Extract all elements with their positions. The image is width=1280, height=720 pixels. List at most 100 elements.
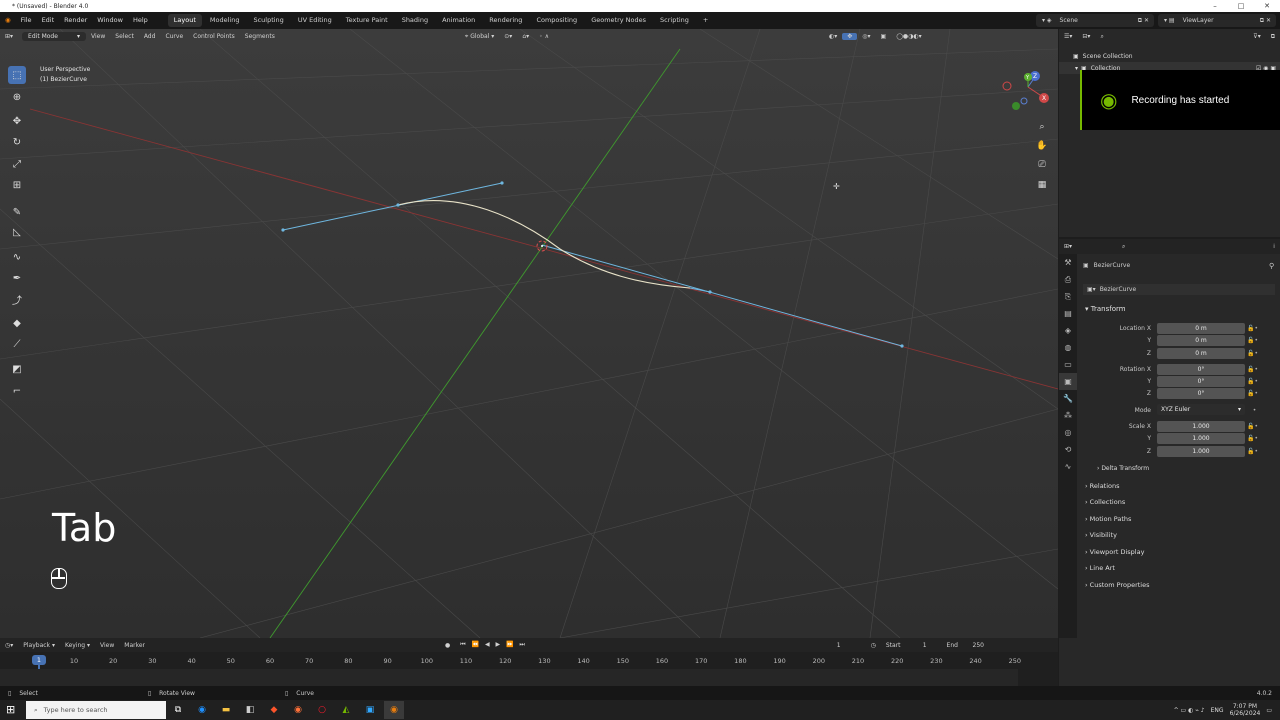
- menu-file[interactable]: File: [16, 12, 37, 29]
- properties-search-icon[interactable]: ⌕: [1117, 243, 1130, 251]
- view-layer-actions-icon[interactable]: ⧉ ✕: [1260, 17, 1271, 25]
- transform-tool-icon[interactable]: ⊞: [8, 176, 26, 194]
- menu-select[interactable]: Select: [110, 33, 139, 40]
- tray-icons[interactable]: ^ ▭ ◐ ⌁ ♪: [1174, 707, 1205, 714]
- tab-rendering[interactable]: Rendering: [483, 14, 528, 27]
- blender-logo-icon[interactable]: ◉: [0, 12, 16, 29]
- transform-panel-header[interactable]: ▾ Transform: [1085, 305, 1126, 313]
- scene-selector[interactable]: ▾ ◈ Scene ⧉ ✕: [1036, 14, 1154, 27]
- scene-actions-icon[interactable]: ⧉ ✕: [1138, 17, 1149, 25]
- tab-sculpting[interactable]: Sculpting: [247, 14, 289, 27]
- add-workspace-icon[interactable]: +: [697, 14, 714, 27]
- 3d-viewport[interactable]: ⊞▾ Edit Mode ▾ View Select Add Curve Cont…: [0, 29, 1058, 638]
- menu-control-points[interactable]: Control Points: [188, 33, 240, 40]
- language-indicator[interactable]: ENG: [1211, 707, 1224, 714]
- control-point-4[interactable]: [708, 290, 712, 294]
- rotation-x-field[interactable]: 0°: [1157, 364, 1245, 375]
- menu-help[interactable]: Help: [128, 12, 153, 29]
- playhead[interactable]: 1: [32, 655, 46, 665]
- lock-icon[interactable]: 🔓•: [1247, 366, 1258, 373]
- location-y-field[interactable]: 0 m: [1157, 335, 1245, 346]
- preview-range-icon[interactable]: ◷: [866, 642, 881, 649]
- file-explorer-icon[interactable]: ▬: [216, 701, 236, 719]
- keyframe-dot-icon[interactable]: •: [1247, 407, 1257, 414]
- pin-icon[interactable]: ⚲: [1269, 262, 1274, 270]
- draw-curve-tool-icon[interactable]: ∿: [8, 248, 26, 266]
- tab-compositing[interactable]: Compositing: [530, 14, 583, 27]
- shear-tool-icon[interactable]: ⌐: [8, 382, 26, 400]
- control-point-5[interactable]: [900, 344, 904, 348]
- modifier-tab-icon[interactable]: 🔧: [1059, 390, 1077, 407]
- playback-controls[interactable]: ⏮ ⏪ ◀ ▶ ⏩ ⏭: [455, 641, 532, 649]
- rotation-z-field[interactable]: 0°: [1157, 388, 1245, 399]
- overlay-toggle-icon[interactable]: ◎▾: [857, 33, 875, 40]
- control-point-3[interactable]: [500, 181, 504, 185]
- data-tab-icon[interactable]: ∿: [1059, 458, 1077, 475]
- visibility-panel[interactable]: › Visibility: [1085, 531, 1117, 539]
- scale-z-field[interactable]: 1.000: [1157, 446, 1245, 457]
- relations-panel[interactable]: › Relations: [1085, 482, 1120, 490]
- randomize-tool-icon[interactable]: ◩: [8, 360, 26, 378]
- annotate-tool-icon[interactable]: ✎: [8, 203, 26, 221]
- control-point-2[interactable]: [396, 203, 400, 207]
- menu-timeline-view[interactable]: View: [95, 642, 119, 649]
- visibility-icon[interactable]: ◐▾: [824, 33, 842, 40]
- navigation-gizmo[interactable]: Z Y X: [998, 65, 1054, 113]
- zoom-icon[interactable]: ⌕: [1034, 119, 1050, 135]
- maximize-icon[interactable]: □: [1228, 0, 1254, 12]
- gizmo-toggle-icon[interactable]: ✥: [842, 33, 858, 40]
- lock-icon[interactable]: 🔓•: [1247, 378, 1258, 385]
- scale-tool-icon[interactable]: ⤢: [8, 155, 26, 173]
- lock-icon[interactable]: 🔓•: [1247, 435, 1258, 442]
- tab-animation[interactable]: Animation: [436, 14, 481, 27]
- taskbar-search-box[interactable]: ⌕ Type here to search: [26, 701, 166, 719]
- close-icon[interactable]: ✕: [1254, 0, 1280, 12]
- blender-taskbar-icon[interactable]: ◉: [384, 701, 404, 719]
- lock-icon[interactable]: 🔓•: [1247, 325, 1258, 332]
- lock-icon[interactable]: 🔓•: [1247, 337, 1258, 344]
- outliner-scene-collection[interactable]: ▣ Scene Collection: [1059, 50, 1280, 62]
- physics-tab-icon[interactable]: ◎: [1059, 424, 1077, 441]
- tab-modeling[interactable]: Modeling: [204, 14, 246, 27]
- scene-tab-icon[interactable]: ◈: [1059, 322, 1077, 339]
- minimize-icon[interactable]: –: [1202, 0, 1228, 12]
- tilt-tool-icon[interactable]: ⟋: [8, 335, 26, 353]
- menu-marker[interactable]: Marker: [119, 642, 150, 649]
- transform-orientation-selector[interactable]: ⌖ Global ▾: [460, 33, 499, 41]
- photoshop-icon[interactable]: ▣: [360, 701, 380, 719]
- location-x-field[interactable]: 0 m: [1157, 323, 1245, 334]
- scale-y-field[interactable]: 1.000: [1157, 433, 1245, 444]
- tool-tab-icon[interactable]: ⚒: [1059, 254, 1077, 271]
- task-view-icon[interactable]: ⧉: [168, 701, 188, 719]
- control-point-1[interactable]: [281, 228, 285, 232]
- menu-window[interactable]: Window: [92, 12, 128, 29]
- end-frame-field[interactable]: 250: [963, 642, 989, 649]
- measure-tool-icon[interactable]: ◺: [8, 223, 26, 241]
- data-block-selector[interactable]: ▣▾ BezierCurve: [1083, 284, 1275, 295]
- properties-type-icon[interactable]: ⊞▾: [1059, 243, 1077, 250]
- view-layer-tab-icon[interactable]: ▤: [1059, 305, 1077, 322]
- tab-uv-editing[interactable]: UV Editing: [292, 14, 338, 27]
- world-tab-icon[interactable]: ◍: [1059, 339, 1077, 356]
- xray-toggle-icon[interactable]: ▣: [876, 33, 892, 40]
- menu-keying[interactable]: Keying ▾: [60, 642, 95, 649]
- menu-add[interactable]: Add: [139, 33, 161, 40]
- app-icon[interactable]: ◧: [240, 701, 260, 719]
- shading-modes-icon[interactable]: ◯●◑◐▾: [891, 33, 926, 40]
- custom-properties-panel[interactable]: › Custom Properties: [1085, 581, 1150, 589]
- menu-edit[interactable]: Edit: [37, 12, 60, 29]
- outliner-type-icon[interactable]: ☰▾: [1059, 33, 1077, 40]
- pen-tool-icon[interactable]: ✒: [8, 269, 26, 287]
- proportional-edit-icon[interactable]: ◦ ∧: [534, 33, 554, 40]
- lock-icon[interactable]: 🔓•: [1247, 423, 1258, 430]
- current-frame-field[interactable]: 1: [832, 642, 846, 649]
- pan-hand-icon[interactable]: ✋: [1034, 138, 1050, 154]
- render-tab-icon[interactable]: ⎙: [1059, 271, 1077, 288]
- menu-segments[interactable]: Segments: [240, 33, 280, 40]
- move-tool-icon[interactable]: ✥: [8, 112, 26, 130]
- output-tab-icon[interactable]: ⎘: [1059, 288, 1077, 305]
- particles-tab-icon[interactable]: ⁂: [1059, 407, 1077, 424]
- rotate-tool-icon[interactable]: ↻: [8, 133, 26, 151]
- rotation-mode-select[interactable]: XYZ Euler ▾: [1157, 404, 1245, 415]
- collection-tab-icon[interactable]: ▭: [1059, 356, 1077, 373]
